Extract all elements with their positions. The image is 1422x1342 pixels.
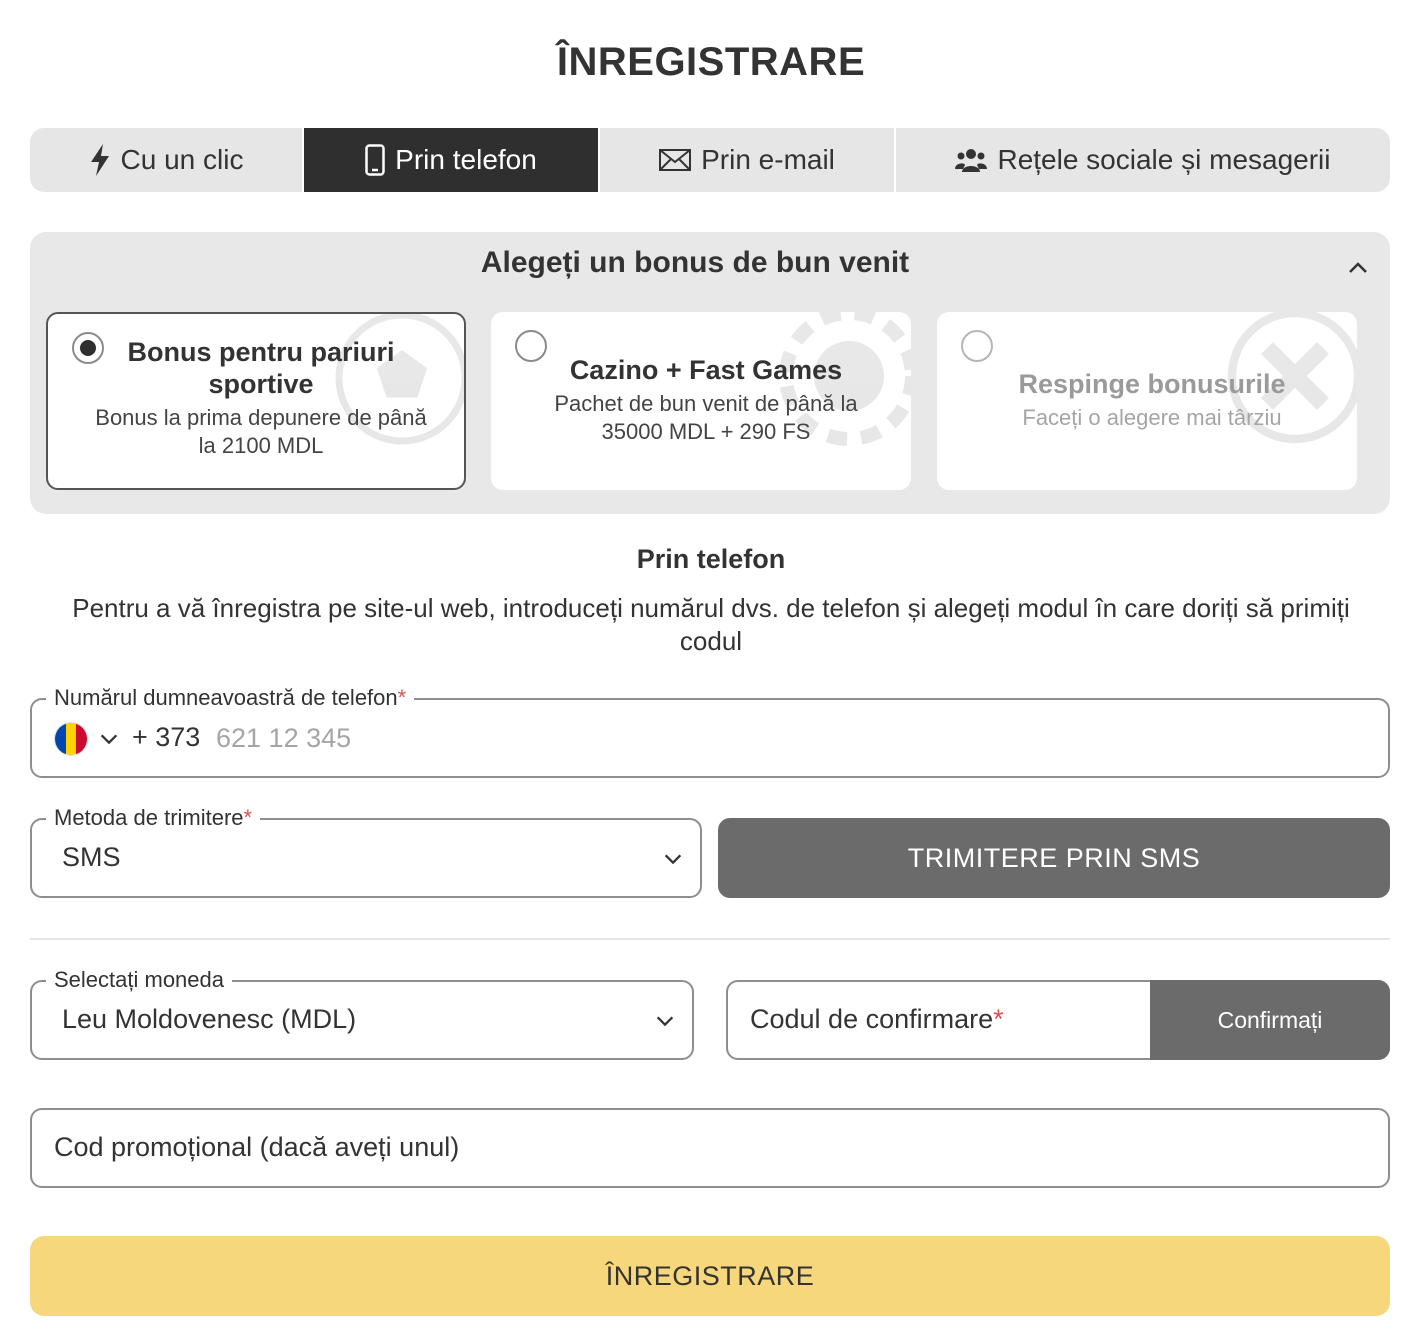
send-method-label: Metoda de trimitere* [46,804,261,832]
bonus-option-casino[interactable]: Cazino + Fast Games Pachet de bun venit … [491,312,911,490]
chevron-down-icon [656,1016,674,1027]
phone-field: Numărul dumneavoastră de telefon* + 373 [30,684,1390,778]
currency-select[interactable]: Selectați moneda Leu Moldovenesc (MDL) [30,966,694,1060]
bonus-option-title: Bonus pentru pariuri sportive [127,337,395,399]
promo-code-placeholder: Cod promoțional (dacă aveți unul) [54,1132,460,1162]
confirm-button[interactable]: Confirmați [1150,980,1390,1060]
section-description: Pentru a vă înregistra pe site-ul web, i… [72,593,1350,656]
chevron-down-icon[interactable] [98,728,120,750]
bonus-option-description: Bonus la prima depunere de până la 2100 … [95,405,427,458]
page-title: ÎNREGISTRARE [556,40,866,84]
tab-label: Rețele sociale și mesagerii [997,144,1331,175]
tab-label: Cu un clic [120,144,244,175]
bonus-panel: Alegeți un bonus de bun venit Bonus pent… [30,232,1390,514]
smartphone-icon [365,144,385,176]
lightning-icon [90,144,109,176]
confirmation-code-field: Codul de confirmare* Confirmați [726,980,1390,1060]
phone-prefix: + 373 [132,722,201,752]
tab-label: Prin e-mail [701,144,835,175]
phone-input[interactable] [216,716,916,760]
registration-tabs: Cu un clic Prin telefon Prin e-mail Rețe… [30,128,1390,192]
tab-social[interactable]: Rețele sociale și mesagerii [896,128,1390,192]
radio-button[interactable] [961,330,993,362]
phone-field-label: Numărul dumneavoastră de telefon* [46,684,415,712]
tab-email[interactable]: Prin e-mail [600,128,896,192]
currency-value: Leu Moldovenesc (MDL) [62,1004,357,1034]
bonus-option-title: Respinge bonusurile [1018,369,1286,399]
chevron-up-icon[interactable] [1346,256,1370,280]
tab-one-click[interactable]: Cu un clic [30,128,304,192]
bonus-option-sports[interactable]: Bonus pentru pariuri sportive Bonus la p… [46,312,466,490]
bonus-option-decline[interactable]: Respinge bonusurile Faceți o alegere mai… [937,312,1357,490]
envelope-icon [659,149,692,171]
chevron-down-icon [664,854,682,865]
register-button[interactable]: ÎNREGISTRARE [30,1236,1390,1316]
send-sms-button[interactable]: TRIMITERE PRIN SMS [718,818,1390,898]
send-method-value: SMS [62,842,121,872]
users-icon [955,149,988,172]
bonus-option-description: Pachet de bun venit de până la 35000 MDL… [554,391,858,444]
divider [30,938,1390,940]
bonus-option-description: Faceți o alegere mai târziu [1022,405,1282,430]
section-title: Prin telefon [636,544,786,574]
bonus-title: Alegeți un bonus de bun venit [480,246,910,279]
moldova-flag-icon[interactable] [54,722,88,756]
tab-phone[interactable]: Prin telefon [304,128,600,192]
tab-label: Prin telefon [395,144,537,175]
confirmation-code-input[interactable] [750,998,1130,1042]
bonus-option-title: Cazino + Fast Games [569,355,843,385]
currency-label: Selectați moneda [46,966,232,994]
promo-code-field[interactable]: Cod promoțional (dacă aveți unul) [30,1108,1390,1188]
send-method-select[interactable]: Metoda de trimitere* SMS [30,804,702,898]
